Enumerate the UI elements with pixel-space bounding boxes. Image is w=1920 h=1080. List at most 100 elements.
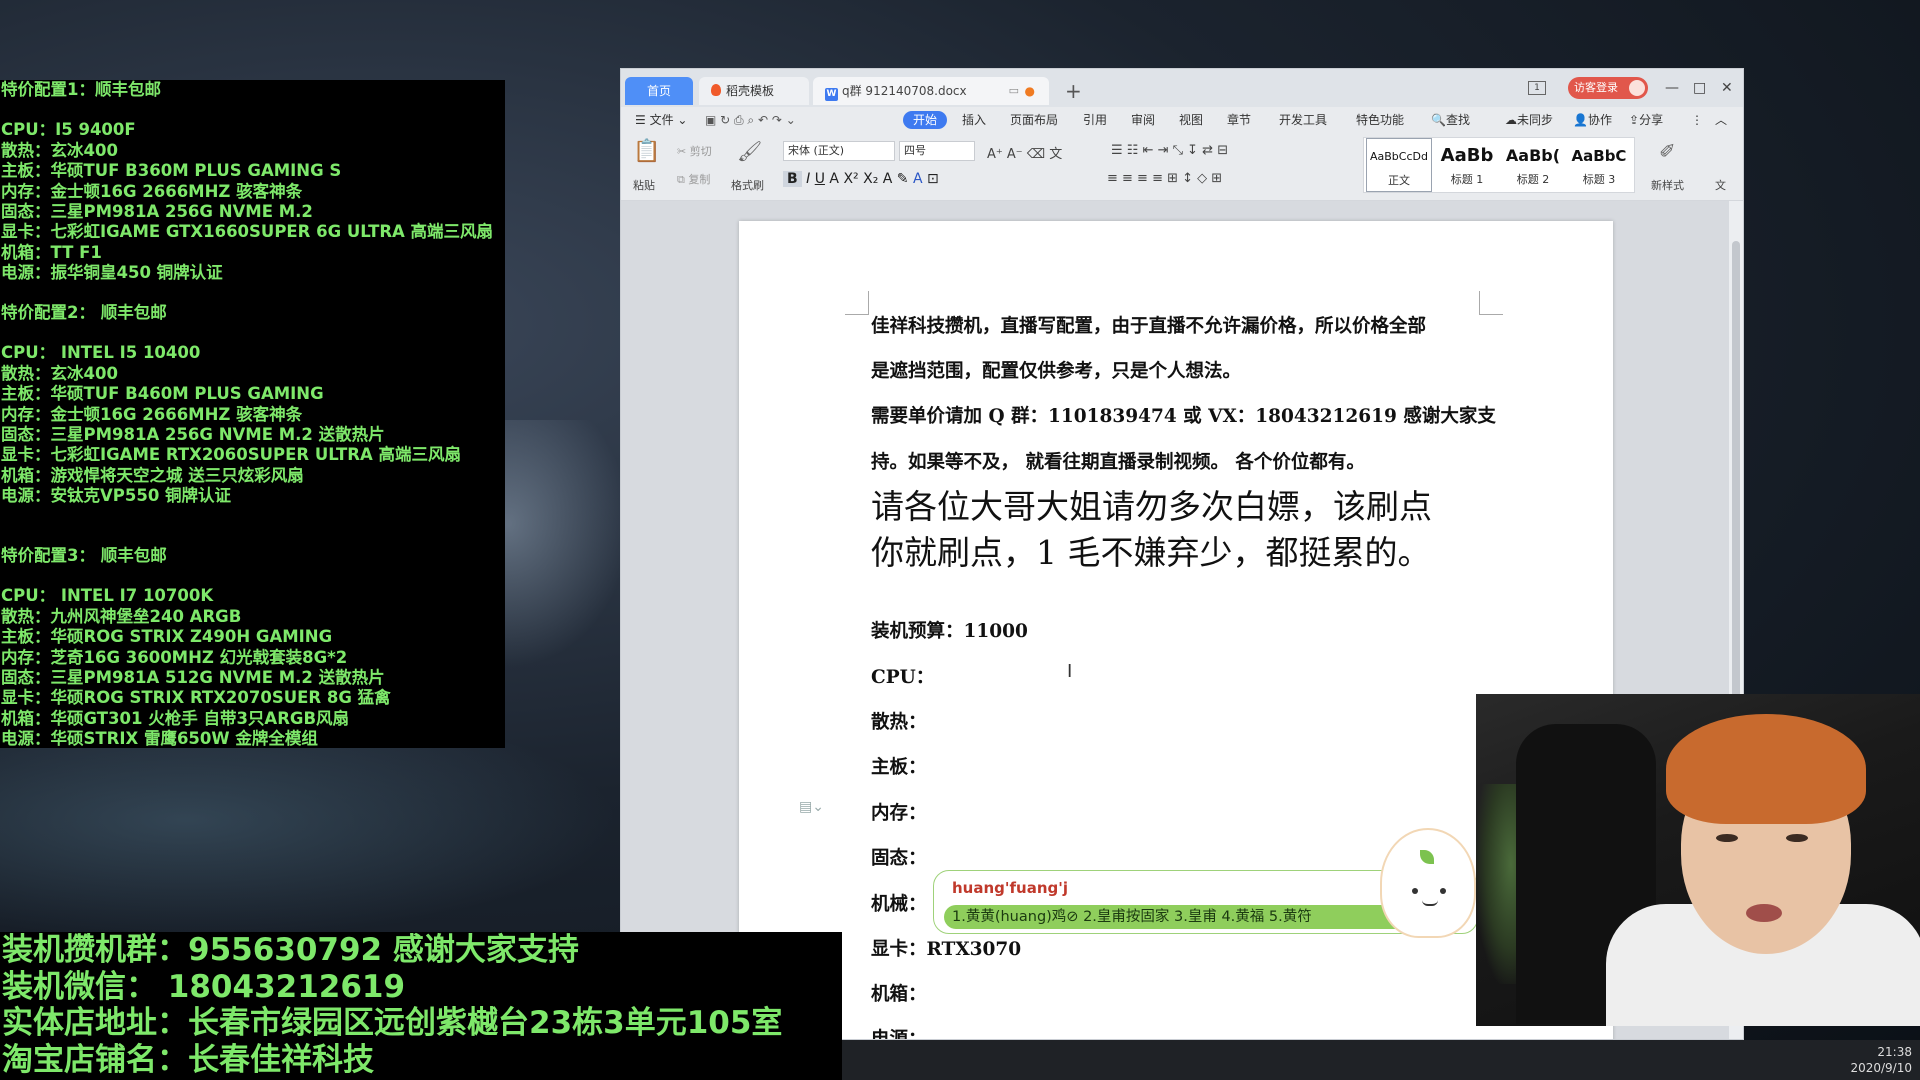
field-hdd: 机械： [871, 894, 927, 915]
word-doc-icon: W [825, 88, 838, 101]
paste-button[interactable]: 粘贴 [633, 177, 655, 193]
format-painter-button[interactable]: 格式刷 [731, 177, 764, 193]
menu-references[interactable]: 引用 [1083, 111, 1107, 129]
config-line: CPU： INTEL I7 10700K [1, 586, 214, 606]
config-line: 机箱：TT F1 [1, 242, 102, 262]
new-style-button[interactable]: 新样式 [1651, 177, 1684, 193]
alignment-buttons[interactable]: ≡ ≡ ≡ ≡ ⊞ ↕ ◇ ⊞ [1107, 171, 1222, 186]
text-format-buttons[interactable]: B I U A X² X₂ A ✎ A ⊡ [783, 171, 939, 187]
format-painter-icon[interactable]: 🖌 [737, 139, 762, 163]
menu-features[interactable]: 特色功能 [1356, 111, 1404, 129]
close-button[interactable]: ✕ [1721, 78, 1733, 98]
list-buttons[interactable]: ☰ ☷ ⇤ ⇥ ⤡ ↧ ⇄ ⊟ [1111, 143, 1228, 158]
background-glow-left [0, 740, 620, 940]
menu-start[interactable]: 开始 [903, 111, 948, 129]
collab-label: 协作 [1587, 113, 1612, 127]
style-gallery: AaBbCcDd 正文 AaBb 标题 1 AaBb( 标题 2 AaBbC 标… [1363, 137, 1635, 193]
sync-status[interactable]: ☁未同步 [1505, 111, 1553, 129]
new-style-icon[interactable]: ✐ [1659, 139, 1676, 163]
style-name: 标题 1 [1450, 173, 1484, 186]
minimize-button[interactable]: — [1665, 78, 1679, 98]
config-line: 显卡：七彩虹IGAME RTX2060SUPER ULTRA 高端三风扇 [1, 445, 462, 465]
config-line: 固态：三星PM981A 512G NVME M.2 送散热片 [1, 667, 385, 687]
ime-mascot-icon [1380, 828, 1476, 938]
share-button[interactable]: ⇪分享 [1629, 111, 1663, 129]
doc-paragraph: 持。如果等不及， 就看往期直播录制视频。 各个价位都有。 [871, 452, 1365, 473]
ime-candidate-list[interactable]: 1.黄黄(huang)鸡⊘ 2.皇甫按固家 3.皇甫 4.黄福 5.黄符 [952, 909, 1312, 925]
login-button[interactable]: 访客登录 [1568, 77, 1648, 99]
font-size-select[interactable]: 四号 [899, 141, 975, 161]
menu-insert[interactable]: 插入 [962, 111, 986, 129]
layout-button[interactable]: 1 [1528, 81, 1546, 95]
tab-template[interactable]: 稻壳模板 [699, 77, 809, 105]
promo-banner: 装机攒机群：955630792 感谢大家支持 装机微信： 18043212619… [0, 932, 842, 1080]
config-line: 机箱：华硕GT301 火枪手 自带3只ARGB风扇 [1, 708, 350, 728]
tab-home[interactable]: 首页 [625, 77, 693, 105]
style-sample: AaBbC [1571, 147, 1627, 165]
mascot-eye [1412, 888, 1418, 894]
menu-page-layout[interactable]: 页面布局 [1010, 111, 1058, 129]
text-cursor-icon: I [1067, 661, 1073, 682]
style-normal[interactable]: AaBbCcDd 正文 [1366, 138, 1432, 192]
font-name-select[interactable]: 宋体 (正文) [783, 141, 895, 161]
cut-button[interactable]: ✂ 剪切 [677, 143, 712, 159]
share-label: 分享 [1639, 113, 1664, 127]
style-heading-2[interactable]: AaBb( 标题 2 [1500, 138, 1566, 188]
config-line: 主板：华硕TUF B460M PLUS GAMING [1, 384, 324, 404]
collapse-ribbon-icon[interactable]: ︿ [1715, 111, 1727, 129]
menu-search[interactable]: 🔍查找 [1431, 111, 1470, 129]
menu-chapter[interactable]: 章节 [1227, 111, 1251, 129]
person-hair [1666, 714, 1866, 824]
field-cpu: CPU： [871, 667, 935, 688]
tab-document[interactable]: Wq群 912140708.docx ▭ ● [813, 77, 1049, 105]
config-panel: 特价配置1：顺丰包邮 CPU：I5 9400F 散热：玄冰400 主板：华硕TU… [0, 80, 505, 748]
new-tab-button[interactable]: + [1065, 79, 1082, 103]
tab-document-label: q群 912140708.docx [842, 84, 967, 98]
paste-icon[interactable]: 📋 [633, 139, 660, 164]
doc-big-paragraph: 你就刷点，1 毛不嫌弃少，都挺累的。 [871, 533, 1431, 572]
title-bar: 首页 稻壳模板 Wq群 912140708.docx ▭ ● + 1 访客登录 … [621, 69, 1743, 107]
tab-template-label: 稻壳模板 [726, 84, 775, 98]
menu-review[interactable]: 审阅 [1131, 111, 1155, 129]
config-line: 主板：华硕ROG STRIX Z490H GAMING [1, 627, 333, 647]
system-clock[interactable]: 21:38 2020/9/10 [1850, 1044, 1912, 1076]
style-name: 标题 2 [1516, 173, 1550, 186]
cut-label: 剪切 [689, 145, 712, 158]
config-group-1: 特价配置1：顺丰包邮 CPU：I5 9400F 散热：玄冰400 主板：华硕TU… [1, 80, 493, 284]
banner-line: 装机微信： 18043212619 [2, 968, 406, 1005]
config-line: 电源：安钛克VP550 铜牌认证 [1, 486, 232, 506]
cloud-icon: ☁ [1505, 113, 1517, 127]
quick-access-icons: ▣ ↻ ⎙ ⌕ ↶ ↷ ⌄ [705, 113, 796, 127]
login-label: 访客登录 [1574, 81, 1618, 94]
webcam-feed [1476, 694, 1920, 1026]
copy-label: 复制 [688, 173, 711, 186]
collab-button[interactable]: 👤协作 [1573, 111, 1612, 129]
maximize-button[interactable]: □ [1693, 78, 1706, 98]
config-line: 主板：华硕TUF B360M PLUS GAMING S [1, 161, 342, 181]
user-icon: 👤 [1573, 113, 1588, 127]
mascot-mouth [1422, 900, 1438, 906]
field-memory: 内存： [871, 803, 927, 824]
monitor-icon: ▭ [1008, 84, 1019, 97]
style-heading-1[interactable]: AaBb 标题 1 [1434, 138, 1500, 188]
config-group-2: 特价配置2： 顺丰包邮 CPU： INTEL I5 10400 散热：玄冰400… [1, 303, 461, 507]
config-line: 散热：玄冰400 [1, 363, 118, 383]
doc-paragraph: 佳祥科技攒机，直播写配置，由于直播不允许漏价格，所以价格全部 [871, 316, 1427, 337]
menu-developer[interactable]: 开发工具 [1279, 111, 1327, 129]
more-icon[interactable]: ⋮ [1691, 111, 1703, 129]
config-line: 固态：三星PM981A 256G NVME M.2 送散热片 [1, 424, 385, 444]
menu-view[interactable]: 视图 [1179, 111, 1203, 129]
config-line: CPU： INTEL I5 10400 [1, 343, 201, 363]
menu-file[interactable]: ☰ 文件 ⌄ [635, 111, 687, 129]
text-tool-button[interactable]: 文 [1715, 177, 1726, 193]
doc-paragraph: 是遮挡范围，配置仅供参考，只是个人想法。 [871, 361, 1242, 382]
paragraph-handle-icon[interactable]: ▤⌄ [799, 799, 824, 815]
copy-button[interactable]: ⧉ 复制 [677, 171, 710, 187]
person-mouth [1746, 904, 1782, 922]
clock-date: 2020/9/10 [1850, 1061, 1912, 1075]
config-line: 显卡：七彩虹IGAME GTX1660SUPER 6G ULTRA 高端三风扇 [1, 222, 494, 242]
share-icon: ⇪ [1629, 113, 1640, 127]
font-size-adjust-icons[interactable]: A⁺ A⁻ ⌫ 文 [987, 143, 1062, 162]
config-heading: 特价配置1：顺丰包邮 [1, 80, 161, 99]
style-heading-3[interactable]: AaBbC 标题 3 [1566, 138, 1632, 188]
